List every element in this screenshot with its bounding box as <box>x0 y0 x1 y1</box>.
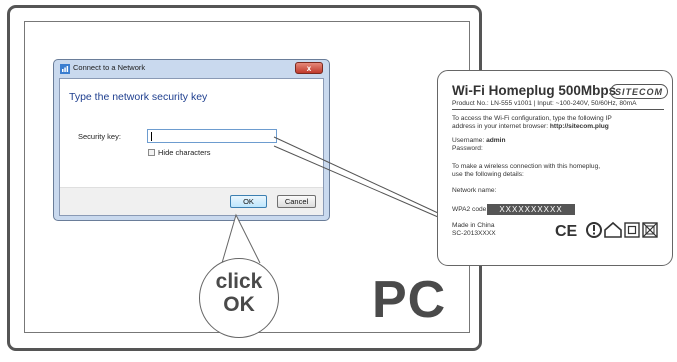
wpa2-label: WPA2 code: <box>452 206 489 213</box>
click-ok-text: click OK <box>215 270 263 316</box>
made-in-label: Made in China <box>452 222 495 229</box>
card-divider <box>452 109 664 110</box>
username-value: admin <box>486 137 506 144</box>
ce-mark-icon: CE <box>555 223 578 239</box>
click-pointer <box>221 213 261 264</box>
config-line-1: To access the Wi-Fi configuration, type … <box>452 115 612 122</box>
product-title: Wi-Fi Homeplug 500Mbps <box>452 83 617 98</box>
network-name-label: Network name: <box>452 187 497 194</box>
wireless-line-1: To make a wireless connection with this … <box>452 163 601 170</box>
certification-marks: CE <box>555 221 658 239</box>
weee-bin-icon <box>642 222 658 238</box>
svg-text:CE: CE <box>555 223 578 239</box>
callout-line-bottom <box>273 145 439 218</box>
username-line: Username: admin <box>452 137 506 144</box>
warning-icon <box>586 222 602 238</box>
product-number: Product No.: LN-555 v1001 | Input: ~100-… <box>452 100 637 107</box>
double-insulation-icon <box>624 222 640 238</box>
brand-logo: SITECOM <box>610 84 668 99</box>
wpa2-code-value: XXXXXXXXXX <box>487 204 575 215</box>
password-label: Password: <box>452 145 483 152</box>
product-label-card: Wi-Fi Homeplug 500Mbps SITECOM Product N… <box>437 70 673 266</box>
config-line-2: address in your internet browser: http:/… <box>452 123 609 130</box>
callout-line-top <box>273 136 439 214</box>
config-url: http://sitecom.plug <box>549 123 609 130</box>
house-icon <box>604 221 622 238</box>
wireless-line-2: use the following details: <box>452 171 524 178</box>
serial-number: SC-2013XXXX <box>452 230 496 237</box>
